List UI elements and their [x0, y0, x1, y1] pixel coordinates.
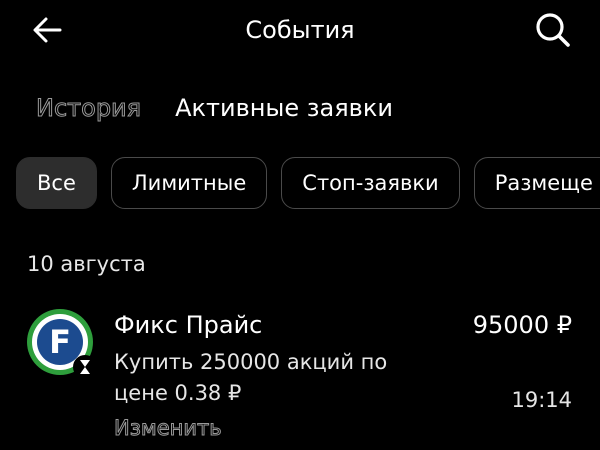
tab-history[interactable]: История: [35, 90, 141, 126]
order-list-item[interactable]: F Фикс Прайс 95000 ₽ Купить 250000 акций…: [0, 300, 600, 450]
top-bar: События: [0, 0, 600, 60]
search-icon: [536, 13, 570, 47]
page-title: События: [245, 16, 355, 44]
section-date: 10 августа: [27, 252, 146, 276]
hourglass-icon: [73, 355, 97, 379]
company-logo-letter: F: [49, 323, 71, 361]
search-button[interactable]: [532, 10, 576, 50]
filter-chip-all[interactable]: Все: [16, 157, 97, 209]
order-description: Купить 250000 акций по цене 0.38 ₽: [114, 350, 388, 405]
edit-order-link[interactable]: Изменить: [114, 414, 223, 442]
tab-active-orders[interactable]: Активные заявки: [175, 90, 393, 126]
tab-bar: История Активные заявки: [35, 90, 393, 126]
back-button[interactable]: [28, 12, 68, 48]
filter-chip-placement[interactable]: Размеще: [473, 157, 600, 209]
filter-chip-limit[interactable]: Лимитные: [110, 157, 268, 209]
arrow-left-icon: [33, 17, 62, 43]
order-time: 19:14: [511, 388, 572, 412]
company-name: Фикс Прайс: [114, 311, 263, 339]
order-amount: 95000 ₽: [472, 311, 572, 339]
filter-chip-stop[interactable]: Стоп-заявки: [281, 157, 460, 209]
filter-chips: Все Лимитные Стоп-заявки Размеще: [16, 157, 600, 211]
